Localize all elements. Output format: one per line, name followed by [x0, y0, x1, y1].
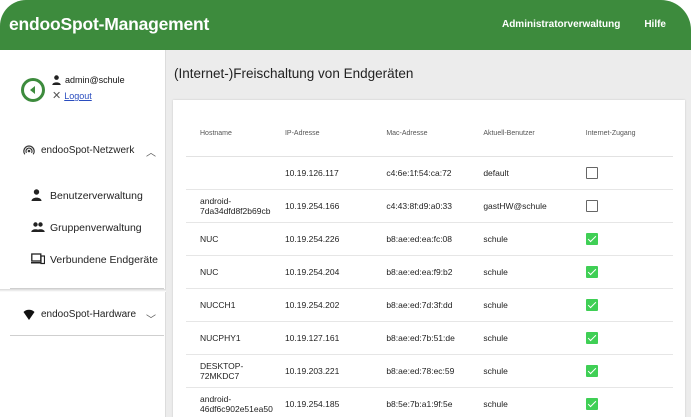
access-checkbox-checked[interactable]: [585, 298, 598, 311]
cell-mac: b8:ae:ed:7d:3f:dd: [386, 288, 484, 322]
cell-user: schule: [483, 321, 586, 355]
top-bar: endooSpot-Management Administratorverwal…: [0, 0, 691, 50]
cell-hostname: NUCCH1: [186, 288, 285, 322]
table-row: android-46df6c902e51ea50 10.19.254.185 b…: [186, 387, 673, 417]
close-icon: ✕: [52, 89, 62, 102]
cell-user: schule: [483, 387, 586, 417]
cell-mac: b8:ae:ed:ea:fc:08: [386, 222, 484, 256]
table-row: NUCPHY1 10.19.127.161 b8:ae:ed:7b:51:de …: [186, 321, 673, 355]
wifi-signal-icon: [23, 309, 35, 320]
access-checkbox-checked[interactable]: [585, 232, 598, 245]
table-row: NUC 10.19.254.204 b8:ae:ed:ea:f9:b2 schu…: [186, 255, 673, 289]
table-row: 10.19.126.117 c4:6e:1f:54:ca:72 default: [186, 156, 673, 190]
nav-hilfe[interactable]: Hilfe: [644, 19, 666, 30]
top-nav: Administratorverwaltung Hilfe: [502, 19, 666, 30]
access-checkbox-checked[interactable]: [585, 331, 598, 344]
column-header-hostname: Hostname: [186, 122, 285, 157]
play-back-icon: [30, 86, 35, 94]
logout-label[interactable]: Logout: [64, 91, 92, 101]
column-header-user: Aktuell-Benutzer: [483, 122, 586, 157]
cell-user: schule: [483, 255, 586, 289]
cell-mac: c4:43:8f:d9:a0:33: [386, 189, 484, 223]
sidebar-item-benutzerverwaltung[interactable]: Benutzerverwaltung: [0, 186, 166, 206]
cell-ip: 10.19.127.161: [284, 321, 387, 355]
chevron-up-icon[interactable]: ︿: [146, 144, 156, 159]
access-checkbox-checked[interactable]: [585, 265, 598, 278]
cell-mac: b8:ae:ed:ea:f9:b2: [386, 255, 484, 289]
sidebar-section-hardware[interactable]: endooSpot-Hardware ﹀: [0, 304, 166, 326]
cell-hostname: NUC: [186, 255, 285, 289]
access-checkbox-checked[interactable]: [585, 397, 598, 410]
cell-hostname: NUC: [186, 222, 285, 256]
sidebar-item-label: Gruppenverwaltung: [50, 222, 142, 234]
avatar: [21, 78, 45, 102]
nav-administratorverwaltung[interactable]: Administratorverwaltung: [502, 19, 620, 30]
chevron-down-icon[interactable]: ﹀: [146, 311, 156, 326]
column-header-ip: IP-Adresse: [284, 122, 387, 157]
devices-table: Hostname IP-Adresse Mac-Adresse Aktuell-…: [186, 122, 673, 417]
divider-shadow: [0, 289, 166, 292]
sidebar-item-label: Benutzerverwaltung: [50, 190, 143, 202]
cell-hostname: android-7da34dfd8f2b69cb: [186, 189, 285, 223]
cell-mac: b8:ae:ed:7b:51:de: [386, 321, 484, 355]
sidebar-section-label: endooSpot-Hardware: [41, 309, 137, 320]
cell-user: schule: [483, 354, 586, 388]
app-title[interactable]: endooSpot-Management: [9, 14, 209, 35]
cell-user: default: [483, 156, 586, 190]
cell-ip: 10.19.254.185: [284, 387, 387, 417]
table-row: NUCCH1 10.19.254.202 b8:ae:ed:7d:3f:dd s…: [186, 288, 673, 322]
sidebar-item-gruppenverwaltung[interactable]: Gruppenverwaltung: [0, 218, 166, 238]
cell-hostname: [186, 156, 285, 190]
cell-hostname: NUCPHY1: [186, 321, 285, 355]
main-content: (Internet-)Freischaltung von Endgeräten …: [166, 50, 691, 417]
cell-ip: 10.19.126.117: [284, 156, 387, 190]
cell-mac: c4:6e:1f:54:ca:72: [386, 156, 484, 190]
table-row: NUC 10.19.254.226 b8:ae:ed:ea:fc:08 schu…: [186, 222, 673, 256]
column-header-mac: Mac-Adresse: [386, 122, 484, 157]
cell-ip: 10.19.254.166: [284, 189, 387, 223]
wifi-icon: [23, 145, 35, 155]
user-name: admin@schule: [52, 75, 125, 85]
user-block: admin@schule ✕ Logout: [0, 50, 166, 120]
cell-mac: b8:5e:7b:a1:9f:5e: [386, 387, 484, 417]
devices-card: Hostname IP-Adresse Mac-Adresse Aktuell-…: [173, 100, 685, 417]
table-row: DESKTOP-72MKDC7 10.19.203.221 b8:ae:ed:7…: [186, 354, 673, 388]
person-icon: [52, 75, 61, 85]
table-row: android-7da34dfd8f2b69cb 10.19.254.166 c…: [186, 189, 673, 223]
cell-ip: 10.19.203.221: [284, 354, 387, 388]
app-window: endooSpot-Management Administratorverwal…: [0, 0, 691, 417]
cell-user: gastHW@schule: [483, 189, 586, 223]
cell-mac: b8:ae:ed:78:ec:59: [386, 354, 484, 388]
cell-ip: 10.19.254.202: [284, 288, 387, 322]
cell-hostname: DESKTOP-72MKDC7: [186, 354, 285, 388]
column-header-access: Internet-Zugang: [585, 122, 673, 157]
sidebar-section-network[interactable]: endooSpot-Netzwerk ︿: [0, 140, 166, 160]
cell-user: schule: [483, 288, 586, 322]
divider: [10, 335, 164, 336]
user-name-label: admin@schule: [65, 75, 125, 85]
page-title: (Internet-)Freischaltung von Endgeräten: [174, 66, 414, 81]
table-header-row: Hostname IP-Adresse Mac-Adresse Aktuell-…: [186, 122, 673, 157]
access-checkbox[interactable]: [585, 199, 598, 212]
cell-ip: 10.19.254.204: [284, 255, 387, 289]
person-icon: [31, 189, 42, 201]
sidebar-section-label: endooSpot-Netzwerk: [41, 145, 135, 156]
sidebar: admin@schule ✕ Logout endooSpot-Netzwerk…: [0, 50, 166, 417]
sidebar-item-verbundene-endgeraete[interactable]: Verbundene Endgeräte: [0, 250, 166, 270]
people-icon: [31, 222, 45, 232]
cell-hostname: android-46df6c902e51ea50: [186, 387, 285, 417]
logout-link[interactable]: ✕ Logout: [52, 89, 92, 102]
cell-user: schule: [483, 222, 586, 256]
cell-ip: 10.19.254.226: [284, 222, 387, 256]
sidebar-item-label: Verbundene Endgeräte: [50, 254, 159, 266]
devices-icon: [31, 253, 45, 265]
access-checkbox[interactable]: [585, 166, 598, 179]
access-checkbox-checked[interactable]: [585, 364, 598, 377]
